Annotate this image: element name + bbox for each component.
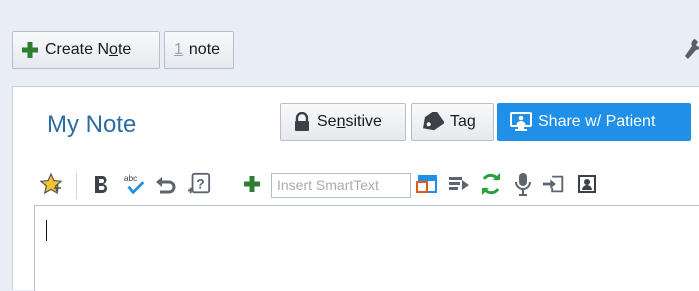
tag-label: Tag (450, 113, 476, 130)
create-note-button[interactable]: Create Note (12, 31, 160, 69)
undo-icon[interactable] (154, 171, 178, 197)
note-text-editor[interactable] (34, 205, 699, 291)
note-title: My Note (47, 111, 137, 138)
microphone-icon[interactable] (511, 171, 535, 197)
favorite-star-icon[interactable] (39, 171, 63, 197)
note-count-label: note (188, 41, 221, 58)
insert-smarttext-icon[interactable] (415, 171, 439, 197)
plus-icon (22, 42, 38, 58)
spellcheck-icon[interactable]: abc (123, 171, 147, 197)
share-with-patient-button[interactable]: Share w/ Patient (497, 103, 691, 141)
sensitive-button[interactable]: Sensitive (280, 103, 406, 141)
share-label: Share w/ Patient (538, 113, 656, 130)
smartlink-icon[interactable] (447, 171, 471, 197)
svg-text:?: ? (196, 176, 204, 192)
lock-icon (295, 112, 309, 131)
editor-toolbar: abc ? Insert SmartText (13, 167, 699, 205)
top-bar: Create Note 1 note (0, 0, 699, 84)
share-monitor-icon (510, 112, 532, 131)
bold-icon[interactable] (89, 171, 113, 197)
note-count-number: 1 (174, 41, 183, 58)
tag-button[interactable]: Tag (411, 103, 494, 141)
text-cursor (46, 220, 47, 241)
toolbar-divider (76, 173, 77, 199)
import-icon[interactable] (542, 171, 566, 197)
tag-icon (422, 112, 444, 131)
refresh-icon[interactable] (479, 171, 503, 197)
svg-text:abc: abc (124, 173, 137, 183)
help-question-icon[interactable]: ? (187, 171, 211, 197)
sensitive-label: Sensitive (317, 113, 382, 130)
note-panel: My Note Sensitive Tag Share w/ Patient a… (12, 86, 699, 291)
note-count-button[interactable]: 1 note (164, 31, 234, 69)
wrench-icon[interactable] (683, 38, 699, 60)
create-note-label: Create Note (45, 41, 132, 58)
add-icon[interactable] (240, 171, 264, 197)
image-icon[interactable] (575, 171, 599, 197)
insert-smarttext-input[interactable]: Insert SmartText (271, 173, 411, 198)
